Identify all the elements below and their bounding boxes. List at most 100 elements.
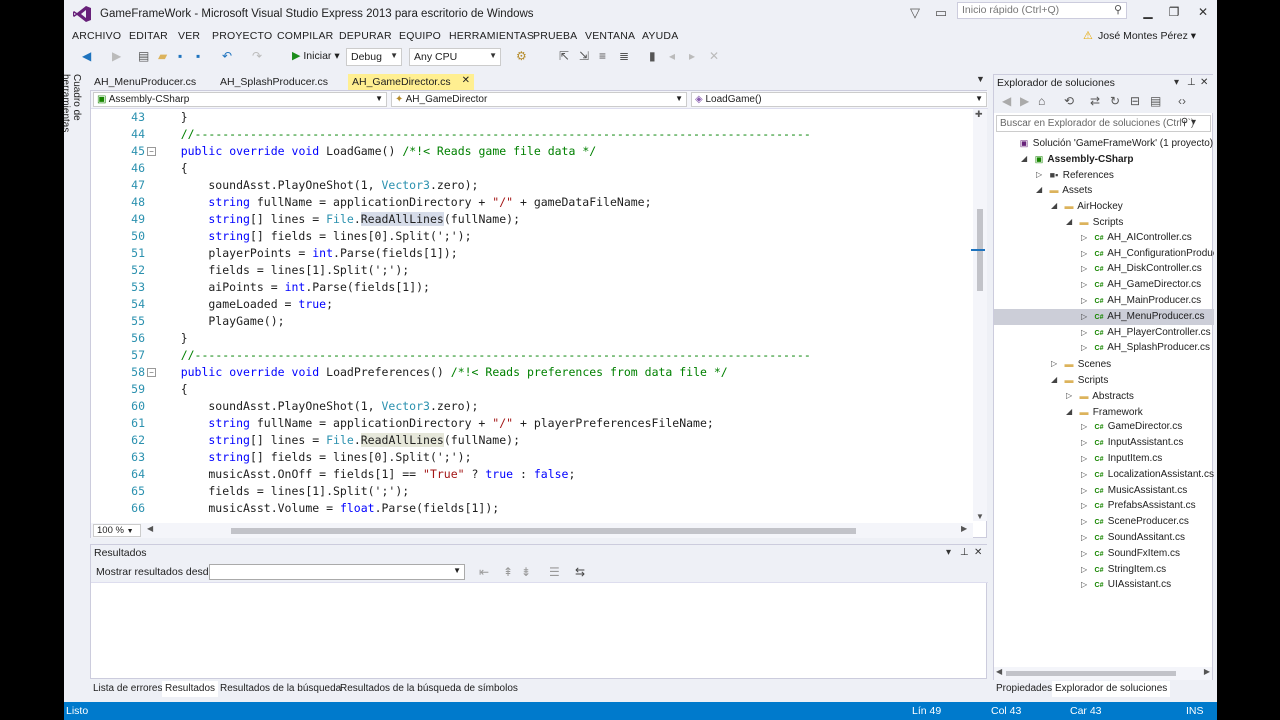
tab-properties[interactable]: Propiedades (993, 681, 1055, 697)
refresh-icon[interactable]: ↻ (1110, 94, 1120, 108)
tree-item[interactable]: ◢ ▣ Assembly-CSharp (994, 151, 1214, 167)
code-line[interactable]: fields = lines[1].Split(';'); (153, 262, 409, 279)
code-text-area[interactable]: } //------------------------------------… (153, 109, 971, 521)
tree-item[interactable]: ▷ C# GameDirector.cs (994, 419, 1214, 435)
history-icon[interactable]: ⟲ (1064, 94, 1074, 108)
menu-equipo[interactable]: EQUIPO (399, 30, 441, 42)
solution-search-input[interactable]: Buscar en Explorador de soluciones (Ctrl… (996, 115, 1211, 132)
restore-button[interactable]: ❐ (1161, 3, 1187, 21)
code-line[interactable]: //--------------------------------------… (153, 126, 811, 143)
tab-ah-splash-producer[interactable]: AH_SplashProducer.cs (216, 74, 332, 90)
menu-depurar[interactable]: DEPURAR (339, 30, 392, 42)
tree-item[interactable]: ▷ C# SoundAssitant.cs (994, 530, 1214, 546)
tab-ah-menu-producer[interactable]: AH_MenuProducer.cs (90, 74, 200, 90)
menu-ayuda[interactable]: AYUDA (642, 30, 678, 42)
code-line[interactable]: fields = lines[1].Split(';'); (153, 483, 409, 500)
expand-arrow-icon[interactable]: ▷ (1081, 419, 1091, 435)
tab-ah-game-director[interactable]: AH_GameDirector.cs ✕ (348, 74, 474, 90)
code-line[interactable]: string[] lines = File.ReadAllLines(fullN… (153, 432, 520, 449)
collapse-arrow-icon[interactable]: ◢ (1036, 182, 1046, 198)
expand-arrow-icon[interactable]: ▷ (1081, 498, 1091, 514)
tree-item[interactable]: ▣ Solución 'GameFrameWork' (1 proyecto) (994, 135, 1214, 151)
back-icon[interactable]: ◀ (82, 49, 91, 63)
user-account[interactable]: José Montes Pérez ▾ (1098, 30, 1196, 42)
expand-arrow-icon[interactable]: ▷ (1081, 246, 1091, 262)
expand-arrow-icon[interactable]: ▷ (1081, 514, 1091, 530)
new-project-icon[interactable]: ▤ (138, 49, 149, 63)
expand-arrow-icon[interactable]: ▷ (1081, 530, 1091, 546)
home-icon[interactable]: ⌂ (1038, 94, 1045, 108)
project-nav-select[interactable]: ▣ Assembly-CSharp ▼ (93, 92, 387, 107)
uncomment-icon[interactable]: ≣ (619, 49, 629, 63)
expand-arrow-icon[interactable]: ▷ (1081, 451, 1091, 467)
tree-item[interactable]: ◢ ▬ AirHockey (994, 198, 1214, 214)
open-icon[interactable]: ▰ (158, 49, 167, 63)
menu-archivo[interactable]: ARCHIVO (72, 30, 121, 42)
prev-bookmark-icon[interactable]: ◂ (669, 49, 675, 63)
code-line[interactable]: public override void LoadPreferences() /… (153, 364, 728, 381)
menu-ver[interactable]: VER (178, 30, 200, 42)
close-panel-icon[interactable]: ✕ (974, 547, 982, 558)
code-line[interactable]: string fullName = applicationDirectory +… (153, 194, 651, 211)
tab-solution-explorer[interactable]: Explorador de soluciones (1052, 681, 1171, 697)
tree-item[interactable]: ▷ C# MusicAssistant.cs (994, 483, 1214, 499)
tree-item[interactable]: ▷C# AH_ConfigurationProducer.cs (994, 246, 1214, 262)
tab-find-symbol-results[interactable]: Resultados de la búsqueda de símbolos (337, 681, 521, 697)
expand-arrow-icon[interactable]: ▷ (1081, 562, 1091, 578)
code-line[interactable]: //--------------------------------------… (153, 347, 811, 364)
code-line[interactable]: string fullName = applicationDirectory +… (153, 415, 713, 432)
menu-ventana[interactable]: VENTANA (585, 30, 635, 42)
pin-icon[interactable]: ⊥ (1187, 77, 1196, 88)
collapse-arrow-icon[interactable]: ◢ (1051, 372, 1061, 388)
tab-output[interactable]: Resultados (162, 681, 219, 697)
expand-arrow-icon[interactable]: ▷ (1066, 388, 1076, 404)
tree-item[interactable]: ▷ ▬ Abstracts (994, 388, 1214, 404)
code-line[interactable]: string[] lines = File.ReadAllLines(fullN… (153, 211, 520, 228)
tree-item[interactable]: ▷ C# AH_MenuProducer.cs (994, 308, 1214, 325)
tree-item[interactable]: ▷ ▬ Scenes (994, 356, 1214, 372)
window-position-icon[interactable]: ▾ (946, 547, 951, 558)
horizontal-scroll-thumb[interactable] (231, 528, 856, 534)
step-icon[interactable]: ⇱ (559, 49, 569, 63)
pin-icon[interactable]: ⊥ (960, 547, 969, 558)
zoom-select[interactable]: 100 % ▼ (93, 524, 141, 537)
code-line[interactable]: musicAsst.OnOff = fields[1] == "True" ? … (153, 466, 575, 483)
scroll-right-icon[interactable]: ▶ (961, 524, 967, 533)
save-all-icon[interactable]: ▪ (196, 49, 200, 63)
code-line[interactable]: gameLoaded = true; (153, 296, 333, 313)
tree-item[interactable]: ▷ C# AH_SplashProducer.cs (994, 340, 1214, 356)
scroll-right-icon[interactable]: ▶ (1204, 667, 1210, 676)
code-line[interactable]: playerPoints = int.Parse(fields[1]); (153, 245, 457, 262)
tree-item[interactable]: ▷ C# StringItem.cs (994, 562, 1214, 578)
config-select[interactable]: Debug ▼ (346, 48, 402, 66)
scroll-left-icon[interactable]: ◀ (147, 524, 153, 533)
comment-icon[interactable]: ≡ (599, 49, 606, 63)
expand-arrow-icon[interactable]: ▷ (1081, 435, 1091, 451)
next-bookmark-icon[interactable]: ▸ (689, 49, 695, 63)
tree-item[interactable]: ▷ C# AH_AIController.cs (994, 230, 1214, 246)
tab-find-results[interactable]: Resultados de la búsqueda (217, 681, 344, 697)
expand-arrow-icon[interactable]: ▷ (1051, 356, 1061, 372)
warning-icon[interactable]: ⚠ (1083, 29, 1093, 42)
collapse-arrow-icon[interactable]: ◢ (1051, 198, 1061, 214)
next-message-icon[interactable]: ⇟ (521, 565, 531, 579)
forward-icon[interactable]: ▶ (1020, 94, 1029, 108)
expand-arrow-icon[interactable]: ▷ (1036, 167, 1046, 183)
tree-item[interactable]: ▷ C# AH_PlayerController.cs (994, 325, 1214, 341)
redo-icon[interactable]: ↷ (252, 49, 262, 63)
code-line[interactable]: soundAsst.PlayOneShot(1, Vector3.zero); (153, 398, 478, 415)
platform-select[interactable]: Any CPU ▼ (409, 48, 501, 66)
show-all-files-icon[interactable]: ▤ (1150, 94, 1161, 108)
word-wrap-icon[interactable]: ⇆ (575, 565, 585, 579)
tree-item[interactable]: ▷ C# UIAssistant.cs (994, 577, 1214, 593)
tree-item[interactable]: ◢ ▬ Scripts (994, 372, 1214, 388)
quick-launch-input[interactable]: Inicio rápido (Ctrl+Q) ⚲ (957, 2, 1127, 19)
step-over-icon[interactable]: ⇲ (579, 49, 589, 63)
attach-icon[interactable]: ⚙ (516, 49, 527, 63)
feedback-icon[interactable]: ▭ (932, 4, 950, 22)
code-line[interactable]: aiPoints = int.Parse(fields[1]); (153, 279, 430, 296)
collapse-arrow-icon[interactable]: ◢ (1066, 214, 1076, 230)
tree-item[interactable]: ◢ ▬ Framework (994, 404, 1214, 420)
menu-prueba[interactable]: PRUEBA (533, 30, 577, 42)
member-nav-select[interactable]: ◈ LoadGame() ▼ (691, 92, 987, 107)
